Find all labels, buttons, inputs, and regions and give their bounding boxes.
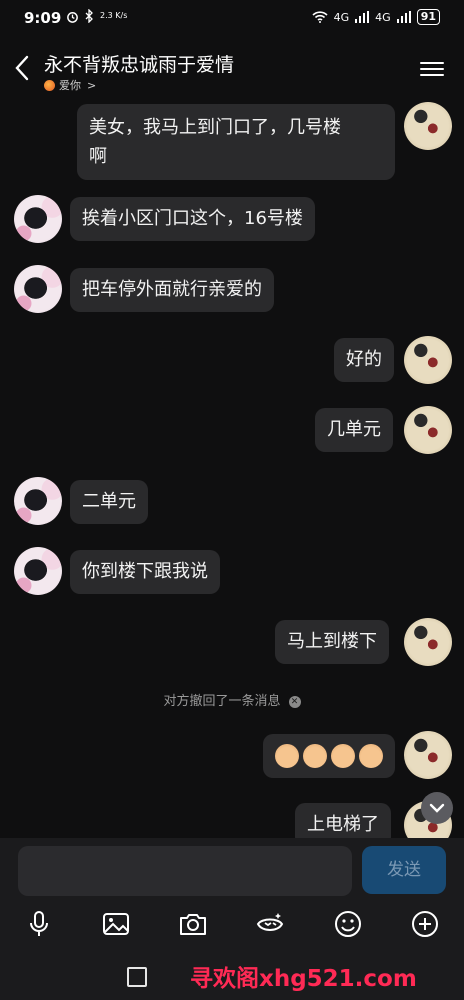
wifi-icon [312,11,328,23]
avatar-contact[interactable] [14,195,62,243]
alarm-icon [67,11,78,23]
message-text: 马上到楼下 [287,631,377,652]
menu-icon-line [420,74,444,76]
ok-hand-emoji-icon [275,744,299,768]
menu-icon-line [420,62,444,64]
recent-apps-button[interactable] [127,967,147,987]
status-time: 9:09 [24,9,62,27]
close-icon[interactable]: ✕ [288,695,301,708]
recall-notice-text: 对方撤回了一条消息 [163,694,281,709]
image-button[interactable] [100,908,132,940]
ok-hand-emoji-icon [359,744,383,768]
message-bubble-received[interactable]: 你到楼下跟我说 [70,550,220,594]
message-bubble-received[interactable]: 二单元 [70,480,148,524]
avatar-self[interactable] [404,618,452,666]
status-right-icons: 4G 4G 91 [312,9,440,25]
more-button[interactable] [409,908,441,940]
bluetooth-icon [85,9,93,23]
menu-icon-line [420,68,444,70]
message-text: 几单元 [327,419,381,440]
message-text: 挨着小区门口这个，16号楼 [82,208,303,229]
message-bubble-sent[interactable]: 几单元 [315,408,393,452]
plus-icon [412,911,438,937]
avatar-self[interactable] [404,102,452,150]
message-bubble-sent[interactable] [263,734,395,778]
chat-title[interactable]: 永不背叛忠诚雨于爱情 [44,50,234,77]
ok-hand-emoji-icon [331,744,355,768]
watermark-text: 寻欢阁xhg521.com [190,966,417,992]
recall-notice: 对方撤回了一条消息 ✕ [0,690,464,709]
message-text: 好的 [346,349,382,370]
scroll-to-bottom-button[interactable] [421,792,453,824]
emoji-button[interactable] [332,908,364,940]
send-button[interactable]: 发送 [362,846,446,894]
sticker-icon [256,913,284,931]
chat-subtitle-text: 爱你 [59,79,81,92]
battery-indicator: 91 [416,9,440,25]
message-text: 美女，我马上到门口了，几号楼 [89,117,341,138]
avatar-contact[interactable] [14,547,62,595]
message-text: 把车停外面就行亲爱的 [82,279,262,300]
message-text: 啊 [89,146,107,167]
network-label-1: 4G [333,10,350,24]
menu-button[interactable] [420,58,444,80]
back-button[interactable] [12,54,40,84]
emoji-icon [335,911,361,937]
avatar-self[interactable] [404,406,452,454]
network-speed: 2.3 K/s [100,11,128,20]
message-bubble-received[interactable]: 把车停外面就行亲爱的 [70,268,274,312]
avatar-self[interactable] [404,336,452,384]
composer-toolbar [0,900,464,948]
microphone-button[interactable] [23,908,55,940]
message-bubble-sent[interactable]: 美女，我马上到门口了，几号楼 啊 [77,104,395,180]
image-icon [103,913,129,935]
sticker-button[interactable] [254,908,286,940]
signal-icon [355,11,370,23]
composer: 发送 寻欢阁xhg521.com [0,838,464,1000]
chat-subtitle[interactable]: 爱你 > [44,77,96,93]
message-text: 你到楼下跟我说 [82,561,208,582]
signal-icon-2 [396,11,411,23]
avatar-self[interactable] [404,731,452,779]
message-input[interactable] [18,846,352,896]
avatar-contact[interactable] [14,477,62,525]
network-label-2: 4G [375,10,391,24]
ok-hand-emoji-icon [303,744,327,768]
chat-header: 永不背叛忠诚雨于爱情 爱你 > [0,40,464,100]
camera-icon [180,914,206,935]
camera-button[interactable] [177,908,209,940]
microphone-icon [30,911,48,936]
message-text: 上电梯了 [307,814,379,835]
status-emoji-icon [44,79,55,91]
chevron-down-icon [429,803,445,813]
avatar-contact[interactable] [14,265,62,313]
message-bubble-sent[interactable]: 马上到楼下 [275,620,389,664]
status-left-icons: 2.3 K/s [66,9,127,23]
message-text: 二单元 [82,491,136,512]
chevron-left-icon [15,55,29,81]
status-bar: 9:09 2.3 K/s 4G 4G 91 [0,0,464,36]
chevron-right-icon: > [87,78,97,92]
message-bubble-sent[interactable]: 好的 [334,338,394,382]
message-bubble-received[interactable]: 挨着小区门口这个，16号楼 [70,197,315,241]
